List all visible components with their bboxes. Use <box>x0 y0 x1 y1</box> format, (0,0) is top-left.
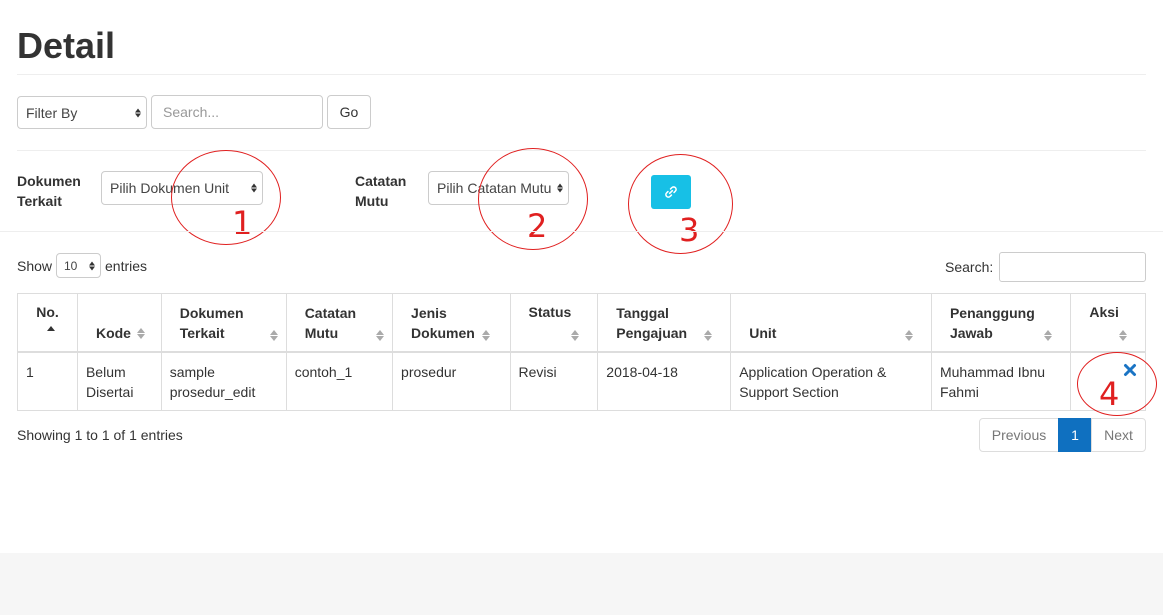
column-header-status[interactable]: Status <box>509 293 599 353</box>
sort-icon <box>136 327 145 339</box>
column-header-label: Status <box>528 304 572 320</box>
annotation-number: 4 <box>1099 375 1120 413</box>
show-label: Show <box>17 258 53 274</box>
column-header-penanggung-jawab[interactable]: Penanggung Jawab <box>930 293 1072 353</box>
column-header-label: Jenis <box>411 304 447 321</box>
column-header-aksi[interactable]: Aksi <box>1070 293 1146 353</box>
column-header-label: Terkait <box>179 324 225 341</box>
filter-by-select[interactable]: Filter By <box>17 96 147 129</box>
catatan-mutu-label-line1: Catatan <box>355 173 407 189</box>
cell-jenis-dokumen: prosedur <box>392 351 511 411</box>
table-row: 1 Belum Disertai sample prosedur_edit co… <box>17 351 1146 411</box>
cell-status: Revisi <box>509 351 599 411</box>
column-header-label: Penanggung <box>949 304 1035 321</box>
table-header-row: No. Kode Dokumen Terkait Catatan Mutu Je… <box>17 293 1146 353</box>
dokumen-terkait-label-line2: Terkait <box>17 193 62 209</box>
column-header-label: Jawab <box>949 324 993 341</box>
entries-select-value: 10 <box>64 258 78 273</box>
column-header-dokumen-terkait[interactable]: Dokumen Terkait <box>160 293 287 353</box>
data-table: No. Kode Dokumen Terkait Catatan Mutu Je… <box>17 293 1146 411</box>
column-header-label: Dokumen <box>411 324 475 341</box>
column-header-unit[interactable]: Unit <box>730 293 932 353</box>
previous-page-button[interactable]: Previous <box>979 418 1059 452</box>
page-title: Detail <box>17 25 116 66</box>
divider <box>17 150 1146 151</box>
cell-penanggung-jawab: Muhammad Ibnu Fahmi <box>930 351 1072 411</box>
column-header-tanggal-pengajuan[interactable]: Tanggal Pengajuan <box>597 293 732 353</box>
cell-no: 1 <box>17 351 78 411</box>
cell-catatan-mutu: contoh_1 <box>285 351 394 411</box>
annotation-number: 1 <box>232 204 253 242</box>
column-header-label: Catatan <box>304 304 357 321</box>
column-header-label: Mutu <box>304 324 339 341</box>
annotation-number: 3 <box>679 211 700 249</box>
table-search-label: Search: <box>945 259 994 275</box>
page-1-button[interactable]: 1 <box>1058 418 1092 452</box>
annotation-number: 2 <box>527 207 548 245</box>
entries-select[interactable]: 10 <box>56 253 101 278</box>
column-header-label: Kode <box>95 324 131 341</box>
dokumen-terkait-label-line1: Dokumen <box>17 173 81 189</box>
column-header-kode[interactable]: Kode <box>76 293 162 353</box>
column-header-label: Unit <box>749 324 777 341</box>
column-header-label: No. <box>36 304 59 320</box>
filter-search-input[interactable] <box>151 95 323 129</box>
cell-unit: Application Operation & Support Section <box>730 351 932 411</box>
cell-dokumen-terkait: sample prosedur_edit <box>160 351 287 411</box>
entries-label: entries <box>105 258 148 274</box>
filter-by-select-value: Filter By <box>26 104 78 121</box>
cell-kode: Belum Disertai <box>76 351 162 411</box>
catatan-mutu-label: Catatan Mutu <box>355 171 406 211</box>
divider <box>17 74 1146 75</box>
sort-icon <box>376 329 385 341</box>
table-info: Showing 1 to 1 of 1 entries <box>17 427 183 443</box>
column-header-no[interactable]: No. <box>17 293 78 353</box>
column-header-jenis-dokumen[interactable]: Jenis Dokumen <box>392 293 511 353</box>
dokumen-terkait-label: Dokumen Terkait <box>17 171 81 211</box>
sort-icon <box>1119 329 1127 341</box>
select-arrows-icon <box>135 108 141 117</box>
column-header-label: Pengajuan <box>616 324 688 341</box>
catatan-mutu-label-line2: Mutu <box>355 193 389 209</box>
column-header-label: Dokumen <box>179 304 244 321</box>
sort-icon <box>269 329 278 341</box>
sort-icon <box>481 329 490 341</box>
table-search-input[interactable] <box>999 252 1146 282</box>
column-header-label: Aksi <box>1089 304 1119 320</box>
cell-tanggal-pengajuan: 2018-04-18 <box>597 351 732 411</box>
next-page-button[interactable]: Next <box>1091 418 1146 452</box>
sort-icon <box>571 329 580 341</box>
sort-icon <box>904 329 913 341</box>
go-button[interactable]: Go <box>327 95 371 129</box>
page-footer <box>0 553 1163 615</box>
divider <box>0 231 1163 232</box>
sort-asc-icon <box>46 325 55 331</box>
sort-icon <box>1044 329 1053 341</box>
column-header-catatan-mutu[interactable]: Catatan Mutu <box>285 293 394 353</box>
select-arrows-icon <box>89 261 95 270</box>
sort-icon <box>704 329 713 341</box>
column-header-label: Tanggal <box>616 304 669 321</box>
